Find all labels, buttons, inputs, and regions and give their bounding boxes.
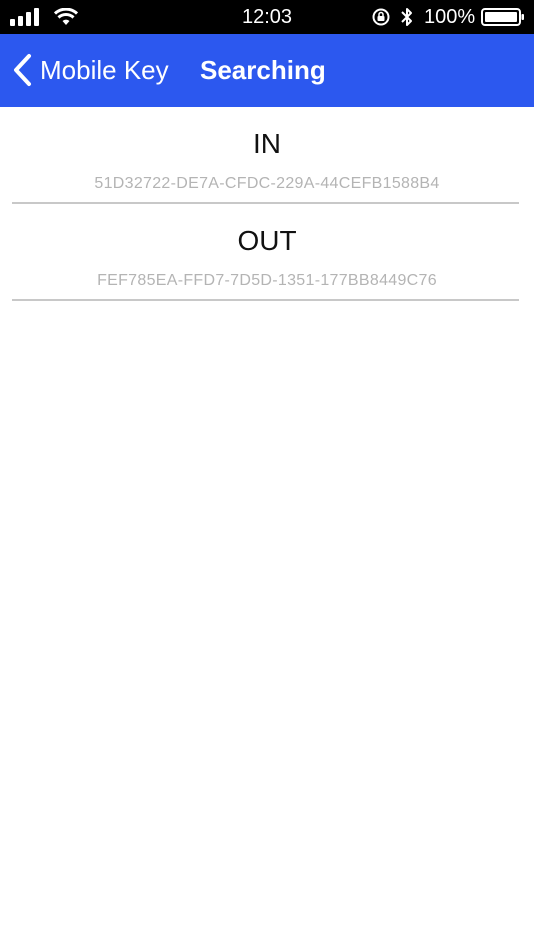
beacon-uuid: FEF785EA-FFD7-7D5D-1351-177BB8449C76 [97,272,437,289]
beacon-name: IN [253,128,281,159]
battery-icon [481,8,524,26]
back-button[interactable]: Mobile Key [10,50,169,90]
battery-percent: 100% [424,6,476,28]
beacon-name: OUT [237,225,297,256]
beacon-uuid: 51D32722-DE7A-CFDC-229A-44CEFB1588B4 [94,175,440,192]
list-item-out[interactable]: OUT FEF785EA-FFD7-7D5D-1351-177BB8449C76 [0,204,534,301]
rotation-lock-icon [372,8,390,26]
bluetooth-icon [401,8,412,26]
status-bar: 12:03 100% [0,0,534,34]
back-button-label: Mobile Key [40,55,169,85]
chevron-left-icon [14,54,31,86]
list-item-in[interactable]: IN 51D32722-DE7A-CFDC-229A-44CEFB1588B4 [0,107,534,204]
navigation-bar: Mobile Key Searching [0,34,534,107]
page-title: Searching [200,55,326,85]
divider [12,299,519,301]
beacon-list: IN 51D32722-DE7A-CFDC-229A-44CEFB1588B4 … [0,107,534,301]
